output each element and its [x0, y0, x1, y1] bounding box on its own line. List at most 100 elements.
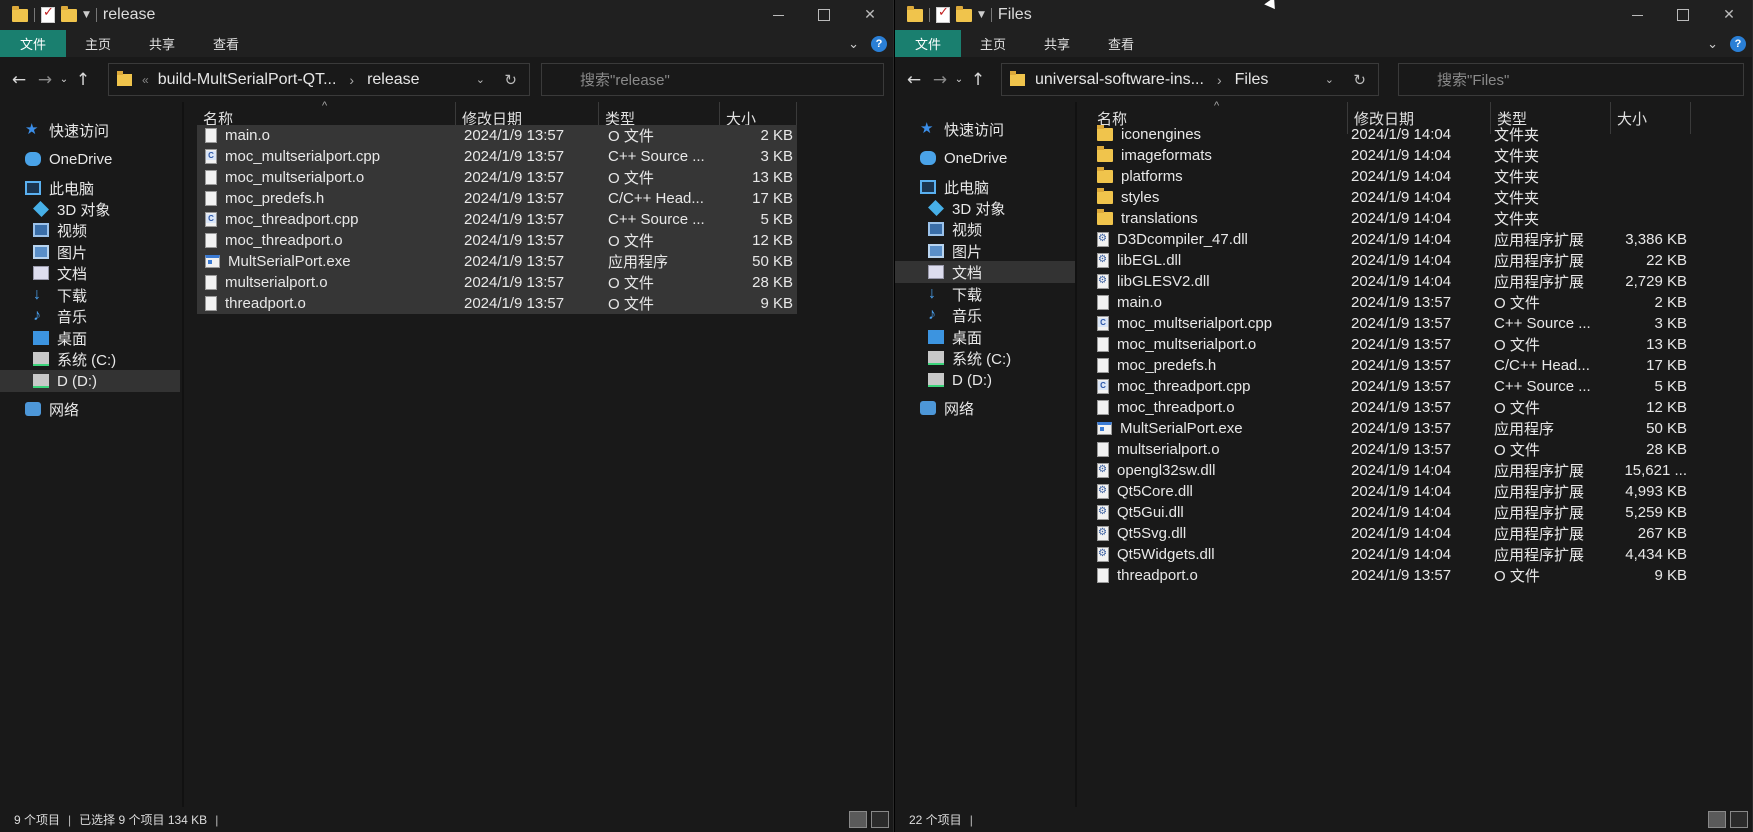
maximize-button[interactable]	[1660, 0, 1706, 30]
forward-arrow-icon[interactable]: →	[927, 70, 953, 90]
title-bar[interactable]: ▼ Files	[895, 0, 1752, 30]
file-row[interactable]: moc_multserialport.o 2024/1/9 13:57 O 文件 13…	[197, 167, 797, 188]
file-row[interactable]: threadport.o 2024/1/9 13:57 O 文件 9 KB	[1091, 565, 1711, 586]
breadcrumb-parent[interactable]: build-MultSerialPort-QT...	[158, 71, 337, 89]
minimize-button[interactable]	[755, 0, 801, 30]
sidebar-item[interactable]: ★ 快速访问	[0, 119, 180, 141]
address-dropdown-icon[interactable]: ⌄	[476, 73, 485, 86]
file-row[interactable]: moc_predefs.h 2024/1/9 13:57 C/C++ Head...…	[197, 188, 797, 209]
file-row[interactable]: opengl32sw.dll 2024/1/9 14:04 应用程序扩展 15,621…	[1091, 460, 1711, 481]
help-icon[interactable]: ?	[1730, 35, 1746, 52]
file-row[interactable]: libEGL.dll 2024/1/9 14:04 应用程序扩展 22 KB	[1091, 250, 1711, 271]
tab-file[interactable]: 文件	[0, 30, 67, 57]
address-dropdown-icon[interactable]: ⌄	[1325, 73, 1334, 86]
maximize-button[interactable]	[801, 0, 847, 30]
file-row[interactable]: styles 2024/1/9 14:04 文件夹	[1091, 187, 1711, 208]
large-icons-view-icon[interactable]	[871, 811, 889, 828]
sidebar-item[interactable]: ↓ 下载	[895, 283, 1075, 305]
new-folder-icon[interactable]	[61, 5, 77, 22]
file-row[interactable]: Qt5Widgets.dll 2024/1/9 14:04 应用程序扩展 4,434 …	[1091, 544, 1711, 565]
title-bar[interactable]: ▼ release	[0, 0, 893, 30]
tab-file[interactable]: 文件	[895, 30, 962, 57]
tab-home[interactable]: 主页	[66, 30, 130, 57]
expand-ribbon-chevron-icon[interactable]: ⌄	[848, 36, 859, 52]
file-row[interactable]: main.o 2024/1/9 13:57 O 文件 2 KB	[1091, 292, 1711, 313]
breadcrumb-current[interactable]: Files	[1235, 71, 1269, 89]
tab-view[interactable]: 查看	[194, 30, 258, 57]
tab-home[interactable]: 主页	[961, 30, 1025, 57]
refresh-icon[interactable]: ↻	[504, 71, 517, 89]
file-row[interactable]: D3Dcompiler_47.dll 2024/1/9 14:04 应用程序扩展 3,…	[1091, 229, 1711, 250]
refresh-icon[interactable]: ↻	[1353, 71, 1366, 89]
sidebar-item[interactable]: 网络	[895, 397, 1075, 419]
customize-dropdown-icon[interactable]: ▼	[83, 10, 90, 20]
recent-locations-chevron-icon[interactable]: ⌄	[953, 74, 965, 85]
sidebar-item[interactable]: ★ 快速访问	[895, 118, 1075, 140]
help-icon[interactable]: ?	[871, 35, 887, 52]
tab-share[interactable]: 共享	[130, 30, 194, 57]
sidebar-item[interactable]: 文档	[0, 262, 180, 284]
minimize-button[interactable]	[1614, 0, 1660, 30]
file-row[interactable]: Qt5Gui.dll 2024/1/9 14:04 应用程序扩展 5,259 KB	[1091, 502, 1711, 523]
close-button[interactable]	[847, 0, 893, 30]
expand-ribbon-chevron-icon[interactable]: ⌄	[1707, 36, 1718, 52]
file-row[interactable]: moc_multserialport.o 2024/1/9 13:57 O 文件 13…	[1091, 334, 1711, 355]
file-row[interactable]: main.o 2024/1/9 13:57 O 文件 2 KB	[197, 125, 797, 146]
file-row[interactable]: MultSerialPort.exe 2024/1/9 13:57 应用程序 50 K…	[1091, 418, 1711, 439]
search-input[interactable]: 搜索"release"	[541, 63, 884, 96]
tab-view[interactable]: 查看	[1089, 30, 1153, 57]
sidebar-item[interactable]: 桌面	[0, 327, 180, 349]
file-row[interactable]: Qt5Core.dll 2024/1/9 14:04 应用程序扩展 4,993 KB	[1091, 481, 1711, 502]
back-arrow-icon[interactable]: ←	[6, 70, 32, 90]
file-row[interactable]: moc_threadport.cpp 2024/1/9 13:57 C++ Sour…	[197, 209, 797, 230]
sidebar-item[interactable]: OneDrive	[0, 148, 180, 170]
breadcrumb-separator-icon[interactable]: ›	[349, 72, 354, 88]
large-icons-view-icon[interactable]	[1730, 811, 1748, 828]
sidebar-item[interactable]: 网络	[0, 398, 180, 420]
customize-dropdown-icon[interactable]: ▼	[978, 10, 985, 20]
sidebar-item[interactable]: D (D:)	[0, 370, 180, 392]
up-arrow-icon[interactable]: ↑	[70, 70, 96, 90]
file-row[interactable]: moc_threadport.o 2024/1/9 13:57 O 文件 12 KB	[1091, 397, 1711, 418]
sidebar-item[interactable]: 此电脑	[895, 176, 1075, 198]
file-row[interactable]: moc_threadport.o 2024/1/9 13:57 O 文件 12 KB	[197, 230, 797, 251]
sidebar-item[interactable]: 桌面	[895, 326, 1075, 348]
file-row[interactable]: MultSerialPort.exe 2024/1/9 13:57 应用程序 50 K…	[197, 251, 797, 272]
file-row[interactable]: platforms 2024/1/9 14:04 文件夹	[1091, 166, 1711, 187]
file-row[interactable]: iconengines 2024/1/9 14:04 文件夹	[1091, 124, 1711, 145]
breadcrumb-parent[interactable]: universal-software-ins...	[1035, 71, 1204, 89]
sidebar-item[interactable]: D (D:)	[895, 369, 1075, 391]
properties-icon[interactable]	[936, 5, 950, 23]
sidebar-item[interactable]: ♪ 音乐	[0, 305, 180, 327]
recent-locations-chevron-icon[interactable]: ⌄	[58, 74, 70, 85]
sidebar-item[interactable]: 文档	[895, 261, 1075, 283]
sidebar-item[interactable]: 系统 (C:)	[895, 347, 1075, 369]
overflow-chevron-icon[interactable]: «	[142, 73, 149, 87]
sidebar-item[interactable]: 系统 (C:)	[0, 348, 180, 370]
close-button[interactable]	[1706, 0, 1752, 30]
sidebar-item[interactable]: ↓ 下载	[0, 284, 180, 306]
sidebar-item[interactable]: 3D 对象	[895, 197, 1075, 219]
back-arrow-icon[interactable]: ←	[901, 70, 927, 90]
file-row[interactable]: moc_predefs.h 2024/1/9 13:57 C/C++ Head...…	[1091, 355, 1711, 376]
search-input[interactable]: 搜索"Files"	[1398, 63, 1744, 96]
sidebar-item[interactable]: 图片	[895, 240, 1075, 262]
file-row[interactable]: multserialport.o 2024/1/9 13:57 O 文件 28 KB	[1091, 439, 1711, 460]
tab-share[interactable]: 共享	[1025, 30, 1089, 57]
breadcrumb-separator-icon[interactable]: ›	[1217, 72, 1222, 88]
sidebar-item[interactable]: OneDrive	[895, 147, 1075, 169]
file-row[interactable]: multserialport.o 2024/1/9 13:57 O 文件 28 KB	[197, 272, 797, 293]
file-row[interactable]: moc_multserialport.cpp 2024/1/9 13:57 C++ …	[197, 146, 797, 167]
file-row[interactable]: moc_multserialport.cpp 2024/1/9 13:57 C++ …	[1091, 313, 1711, 334]
sidebar-item[interactable]: ♪ 音乐	[895, 304, 1075, 326]
file-row[interactable]: translations 2024/1/9 14:04 文件夹	[1091, 208, 1711, 229]
up-arrow-icon[interactable]: ↑	[965, 70, 991, 90]
pane-splitter[interactable]	[1075, 102, 1077, 807]
address-bar[interactable]: « build-MultSerialPort-QT... › release ⌄…	[108, 63, 530, 96]
file-row[interactable]: imageformats 2024/1/9 14:04 文件夹	[1091, 145, 1711, 166]
properties-icon[interactable]	[41, 5, 55, 23]
forward-arrow-icon[interactable]: →	[32, 70, 58, 90]
file-row[interactable]: libGLESV2.dll 2024/1/9 14:04 应用程序扩展 2,729 K…	[1091, 271, 1711, 292]
file-row[interactable]: threadport.o 2024/1/9 13:57 O 文件 9 KB	[197, 293, 797, 314]
details-view-icon[interactable]	[1708, 811, 1726, 828]
